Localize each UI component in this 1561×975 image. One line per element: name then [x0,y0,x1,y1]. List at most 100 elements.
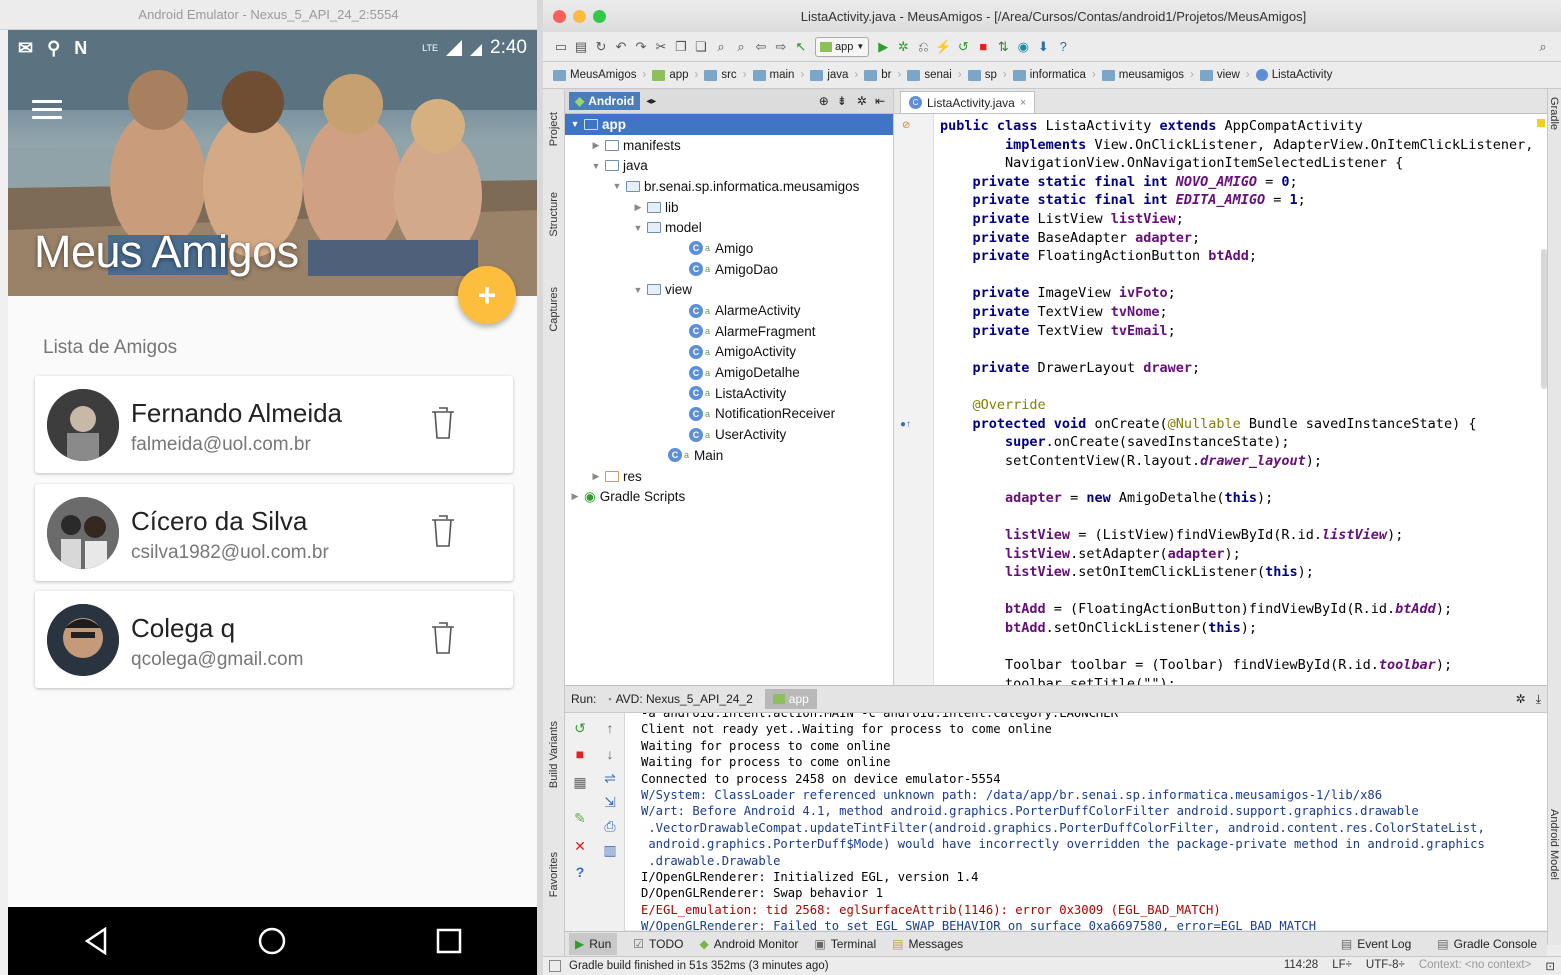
tree-item[interactable]: ▼ view [565,280,893,301]
friend-card[interactable]: Cícero da Silva csilva1982@uol.com.br [35,484,513,581]
breadcrumb-item[interactable]: br [860,69,895,81]
zoom-window-button[interactable] [593,9,606,23]
breadcrumb-item[interactable]: meusamigos [1098,69,1188,81]
tab-app-run[interactable]: app [764,689,817,709]
tree-item[interactable]: ▼ model [565,217,893,238]
tab-gradle-console[interactable]: ▤ Gradle Console [1437,937,1537,951]
search-icon[interactable]: ⌕ [1535,39,1551,55]
help-icon[interactable]: ? [1055,39,1071,55]
tab-captures[interactable]: Captures [543,274,565,344]
expand-arrow-icon[interactable]: ▶ [632,202,644,213]
make-icon[interactable]: ↖ [793,39,809,55]
tree-item[interactable]: Ca AmigoDetalhe [565,362,893,383]
expand-arrow-icon[interactable]: ▶ [569,491,581,502]
tab-gradle[interactable]: Gradle [1548,97,1560,130]
undo-icon[interactable]: ↶ [613,39,629,55]
menu-icon[interactable] [32,100,62,120]
copy-icon[interactable]: ❐ [673,39,689,55]
debug-icon[interactable]: ✲ [895,39,911,55]
breadcrumb-item[interactable]: java [806,69,852,81]
hide-panel-icon[interactable]: ⇤ [875,94,885,108]
tab-build-variants[interactable]: Build Variants [543,705,565,805]
breadcrumb-item[interactable]: src [700,69,740,81]
redo-icon[interactable]: ↷ [633,39,649,55]
apply-changes-icon[interactable]: ⚡ [935,39,951,55]
tree-item[interactable]: Ca Main [565,445,893,466]
tree-item[interactable]: Ca Amigo [565,238,893,259]
tab-avd[interactable]: ▪ AVD: Nexus_5_API_24_2 [608,692,752,706]
friend-card[interactable]: Colega q qcolega@gmail.com [35,591,513,688]
tree-item[interactable]: ▶ lib [565,197,893,218]
delete-icon[interactable] [430,619,456,655]
expand-arrow-icon[interactable]: ▼ [611,181,623,191]
collapse-all-icon[interactable]: ⇟ [837,94,847,108]
close-window-button[interactable] [553,9,566,23]
tree-item[interactable]: Ca NotificationReceiver [565,404,893,425]
lock-icon[interactable]: ⊡ [1545,959,1555,973]
hide-panel-icon[interactable]: ⤓ [1536,692,1541,707]
breadcrumb-item[interactable]: senai [903,69,956,81]
sync-icon[interactable]: ↻ [593,39,609,55]
tree-item[interactable]: Ca AlarmeActivity [565,300,893,321]
attach-debugger-icon[interactable]: ⎌ [915,39,931,55]
breadcrumb-item[interactable]: view [1196,69,1244,81]
override-marker-icon[interactable]: ●↑ [900,419,911,430]
add-friend-button[interactable]: + [458,266,516,324]
scroll-down-icon[interactable]: ↓ [601,745,619,763]
tree-item[interactable]: ▶ ◉ Gradle Scripts [565,486,893,507]
status-item[interactable]: Context: <no context> [1419,959,1532,973]
expand-arrow-icon[interactable]: ▼ [590,161,602,171]
status-item[interactable]: UTF-8÷ [1366,959,1405,973]
tab-run[interactable]: ▶ Run [569,933,618,955]
run-config-select[interactable]: app ▼ [815,36,870,57]
tree-item[interactable]: ▼ java [565,155,893,176]
breadcrumb-item[interactable]: ListaActivity [1252,69,1337,81]
paste-icon[interactable]: ❏ [693,39,709,55]
status-item[interactable]: LF÷ [1332,959,1352,973]
tree-item[interactable]: ▼ app [565,114,893,135]
run-icon[interactable]: ▶ [875,39,891,55]
breadcrumb-item[interactable]: informatica [1009,69,1090,81]
restore-layout-icon[interactable]: ▦ [571,773,589,791]
settings-gear-icon[interactable]: ✲ [1516,692,1526,706]
stop-icon[interactable]: ■ [975,39,991,55]
console-output[interactable]: -a android.intent.action.MAIN -c android… [641,713,1541,931]
expand-arrow-icon[interactable]: ▶ [590,140,602,151]
expand-arrow-icon[interactable]: ▼ [632,285,644,295]
breadcrumb-item[interactable]: app [648,69,692,81]
find-icon[interactable]: ⌕ [713,39,729,55]
expand-arrow-icon[interactable]: ▼ [569,119,581,129]
cut-icon[interactable]: ✂ [653,39,669,55]
tree-item[interactable]: Ca AmigoDao [565,259,893,280]
close-tab-icon[interactable]: × [1020,97,1026,109]
gradle-sync-icon[interactable]: ⇅ [995,39,1011,55]
stop-icon[interactable]: ■ [571,745,589,763]
scroll-up-icon[interactable]: ↑ [601,719,619,737]
rerun-icon[interactable]: ↺ [955,39,971,55]
delete-icon[interactable] [430,404,456,440]
help-icon[interactable]: ? [571,863,589,881]
clear-all-icon[interactable]: ▥ [601,841,619,859]
minimize-window-button[interactable] [573,9,586,23]
breadcrumb-item[interactable]: MeusAmigos [549,69,640,81]
scroll-to-end-icon[interactable]: ⇲ [601,793,619,811]
status-item[interactable]: 114:28 [1284,959,1318,973]
home-icon[interactable] [252,921,292,961]
tab-listaactivity[interactable]: C ListaActivity.java × [900,91,1036,113]
tree-item[interactable]: Ca AlarmeFragment [565,321,893,342]
close-icon[interactable]: ✕ [571,837,589,855]
tab-event-log[interactable]: ▤ Event Log [1341,937,1411,951]
forward-nav-icon[interactable]: ⇨ [773,39,789,55]
sdk-manager-icon[interactable]: ⬇ [1035,39,1051,55]
tree-item[interactable]: ▼ br.senai.sp.informatica.meusamigos [565,176,893,197]
project-view-select[interactable]: ◆ Android [569,92,641,110]
tab-project[interactable]: Project [543,99,565,159]
settings-gear-icon[interactable]: ✲ [857,94,867,108]
tab-terminal[interactable]: ▣ Terminal [814,937,876,951]
toggle-tool-windows-icon[interactable] [549,960,561,972]
tree-item[interactable]: ▶ manifests [565,135,893,156]
tab-favorites[interactable]: Favorites [543,835,565,915]
tab-todo[interactable]: ☑ TODO [633,937,683,951]
friend-card[interactable]: Fernando Almeida falmeida@uol.com.br [35,376,513,473]
print-icon[interactable]: ⎙ [601,817,619,835]
